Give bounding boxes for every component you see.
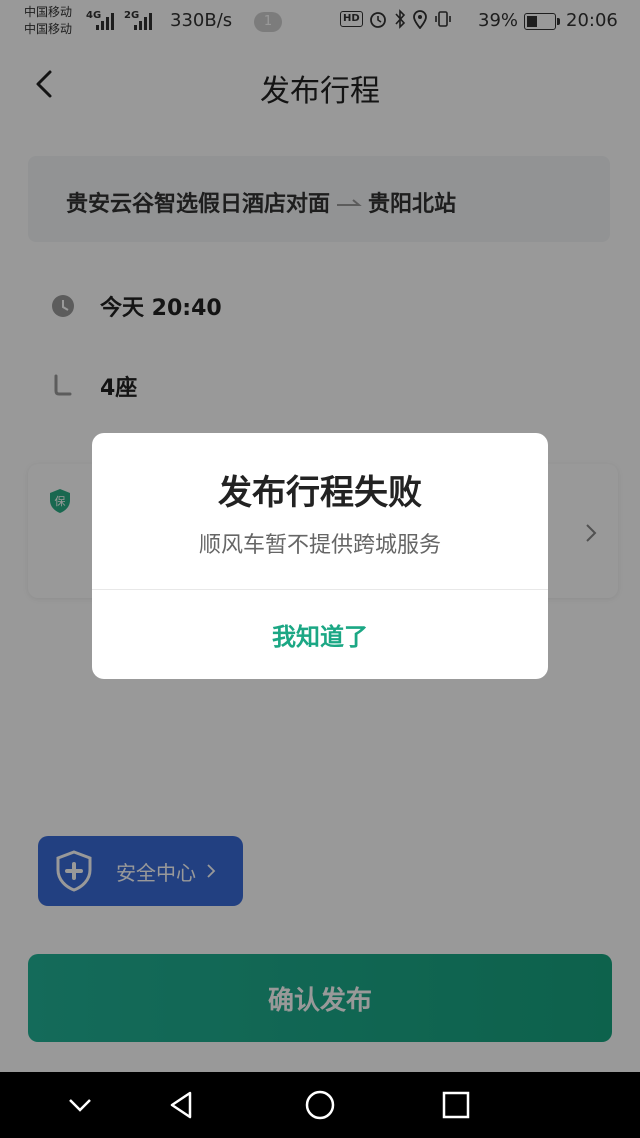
error-dialog: 发布行程失败 顺风车暂不提供跨城服务 我知道了 [92,433,548,679]
chevron-down-icon[interactable] [64,1089,96,1121]
nav-home-icon[interactable] [304,1089,336,1121]
nav-back-icon[interactable] [166,1089,198,1121]
nav-recents-icon[interactable] [440,1089,472,1121]
system-nav-bar [0,1072,640,1138]
dialog-title: 发布行程失败 [218,473,422,513]
dialog-message: 顺风车暂不提供跨城服务 [198,533,441,558]
dialog-ok-button[interactable]: 我知道了 [92,590,548,679]
